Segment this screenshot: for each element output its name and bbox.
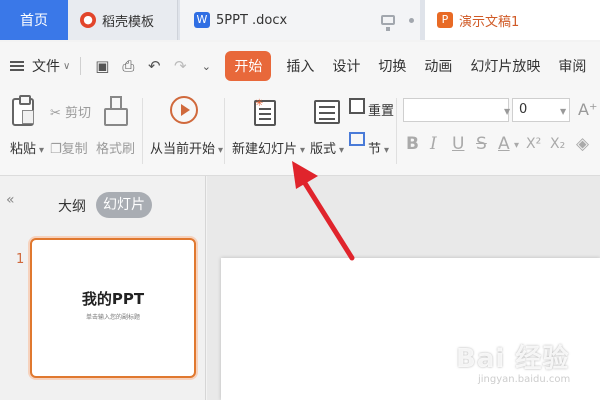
superscript-button[interactable]: X²	[526, 136, 541, 152]
font-family-dropdown-icon[interactable]: ▼	[504, 107, 510, 116]
tab-daoke-templates[interactable]: ● 稻壳模板	[68, 0, 178, 40]
divider	[224, 98, 225, 164]
new-slide-label: 新建幻灯片	[232, 142, 298, 157]
tab-transitions[interactable]: 切换	[378, 56, 406, 76]
word-doc-icon: W	[194, 12, 210, 28]
italic-button[interactable]: I	[430, 134, 437, 154]
scissors-icon: ✂	[50, 106, 61, 121]
layout-button[interactable]: 版式 ▾	[310, 138, 344, 157]
baidu-watermark: Bai 经验	[456, 344, 570, 374]
font-family-select[interactable]	[403, 98, 509, 122]
copy-button[interactable]: ❐复制	[50, 138, 88, 157]
monitor-icon[interactable]	[381, 15, 395, 31]
tab-home[interactable]: 首页	[0, 0, 68, 40]
redo-icon[interactable]: ↷	[169, 55, 191, 77]
customize-dropdown-icon[interactable]: ⌄	[195, 55, 217, 77]
ribbon-tabs: 开始 插入 设计 切换 动画 幻灯片放映 审阅	[223, 51, 595, 81]
new-slide-button[interactable]: 新建幻灯片 ▾	[232, 138, 305, 157]
reset-button[interactable]: 重置	[368, 100, 394, 119]
clear-format-icon[interactable]: ◈	[576, 134, 589, 154]
tab-start[interactable]: 开始	[225, 51, 272, 81]
paste-label: 粘贴	[10, 142, 37, 157]
play-from-current-button[interactable]: 从当前开始 ▾	[150, 138, 223, 157]
copy-label: 复制	[61, 142, 88, 157]
divider	[396, 98, 397, 164]
print-icon[interactable]: ⎙	[117, 55, 139, 77]
tab-presentation[interactable]: P 演示文稿1	[425, 0, 600, 40]
bold-button[interactable]: B	[406, 134, 419, 154]
tab-insert[interactable]: 插入	[286, 56, 314, 76]
font-color-dropdown-icon[interactable]: ▾	[514, 140, 519, 151]
tab-docx[interactable]: W 5PPT .docx	[180, 0, 420, 40]
copy-icon: ❐	[50, 142, 62, 157]
paste-button[interactable]: 粘贴 ▾	[10, 138, 44, 157]
format-painter-icon	[104, 96, 128, 126]
layout-label: 版式	[310, 142, 337, 157]
tab-review[interactable]: 审阅	[558, 56, 586, 76]
hamburger-menu-icon[interactable]	[10, 61, 24, 71]
baidu-watermark-url: jingyan.baidu.com	[478, 374, 571, 385]
layout-dropdown-icon: ▾	[339, 145, 345, 156]
font-size-dropdown-icon[interactable]: ▼	[560, 107, 566, 116]
layout-icon[interactable]	[314, 100, 340, 124]
chevron-down-icon: ∨	[63, 60, 71, 72]
undo-icon[interactable]: ↶	[143, 55, 165, 77]
slide-thumbnail[interactable]: 我的PPT 单击输入您的副标题	[30, 238, 196, 378]
tab-home-label: 首页	[20, 13, 48, 29]
tab-presentation-label: 演示文稿1	[459, 14, 520, 30]
tab-animations[interactable]: 动画	[424, 56, 452, 76]
tab-outline[interactable]: 大纲	[58, 196, 86, 216]
status-dot-icon	[409, 17, 414, 23]
tab-slides[interactable]: 幻灯片	[96, 192, 152, 218]
play-dropdown-icon: ▾	[218, 145, 224, 156]
underline-button[interactable]: U	[452, 134, 464, 154]
reset-icon	[349, 98, 365, 114]
collapse-panel-icon[interactable]: «	[6, 192, 15, 208]
tab-design[interactable]: 设计	[332, 56, 360, 76]
format-painter-button[interactable]: 格式刷	[96, 138, 135, 157]
new-slide-dropdown-icon: ▾	[300, 145, 306, 156]
section-label: 节	[368, 142, 382, 157]
play-from-current-icon[interactable]	[170, 96, 198, 124]
section-icon	[349, 132, 365, 146]
cut-label: 剪切	[65, 106, 92, 121]
tab-tools	[381, 0, 414, 40]
menu-bar: 文件 ∨ ▣ ⎙ ↶ ↷ ⌄ 开始 插入 设计 切换 动画 幻灯片放映 审阅	[0, 42, 600, 90]
quick-access: 文件 ∨ ▣ ⎙ ↶ ↷ ⌄	[0, 55, 217, 77]
thumbnail-title: 我的PPT	[81, 290, 145, 308]
ribbon-home: 粘贴 ▾ ✂ 剪切 ❐复制 格式刷 从当前开始 ▾ ✳ 新建幻灯片 ▾ 版式 ▾ 重置 …	[0, 90, 600, 176]
slide-panel: « 大纲 幻灯片 1 我的PPT 单击输入您的副标题	[0, 176, 206, 400]
tab-daoke-label: 稻壳模板	[102, 14, 155, 30]
grow-font-button[interactable]: A⁺	[578, 100, 597, 119]
new-slide-badge-icon: ✳	[255, 98, 264, 109]
font-color-button[interactable]: A	[498, 134, 510, 154]
divider	[80, 57, 82, 75]
divider	[142, 98, 143, 164]
file-menu-label: 文件	[32, 59, 60, 75]
play-from-current-label: 从当前开始	[150, 142, 216, 157]
strikethrough-button[interactable]: S	[476, 134, 487, 154]
section-dropdown-icon: ▾	[384, 145, 390, 156]
cut-button[interactable]: ✂ 剪切	[50, 102, 91, 121]
subscript-button[interactable]: X₂	[550, 136, 565, 152]
tab-docx-label: 5PPT .docx	[216, 12, 288, 28]
presentation-doc-icon: P	[437, 12, 453, 28]
section-button[interactable]: 节 ▾	[368, 138, 389, 157]
save-icon[interactable]: ▣	[91, 55, 113, 77]
file-menu[interactable]: 文件 ∨	[32, 56, 70, 76]
paste-dropdown-icon: ▾	[39, 145, 45, 156]
slide-number: 1	[16, 252, 25, 267]
tab-slideshow[interactable]: 幻灯片放映	[470, 56, 540, 76]
window-tab-bar: 首页 ● 稻壳模板 W 5PPT .docx P 演示文稿1	[0, 0, 600, 40]
daoke-logo-icon: ●	[80, 12, 96, 28]
thumbnail-subtitle: 单击输入您的副标题	[85, 314, 140, 321]
paste-icon[interactable]	[12, 95, 34, 126]
